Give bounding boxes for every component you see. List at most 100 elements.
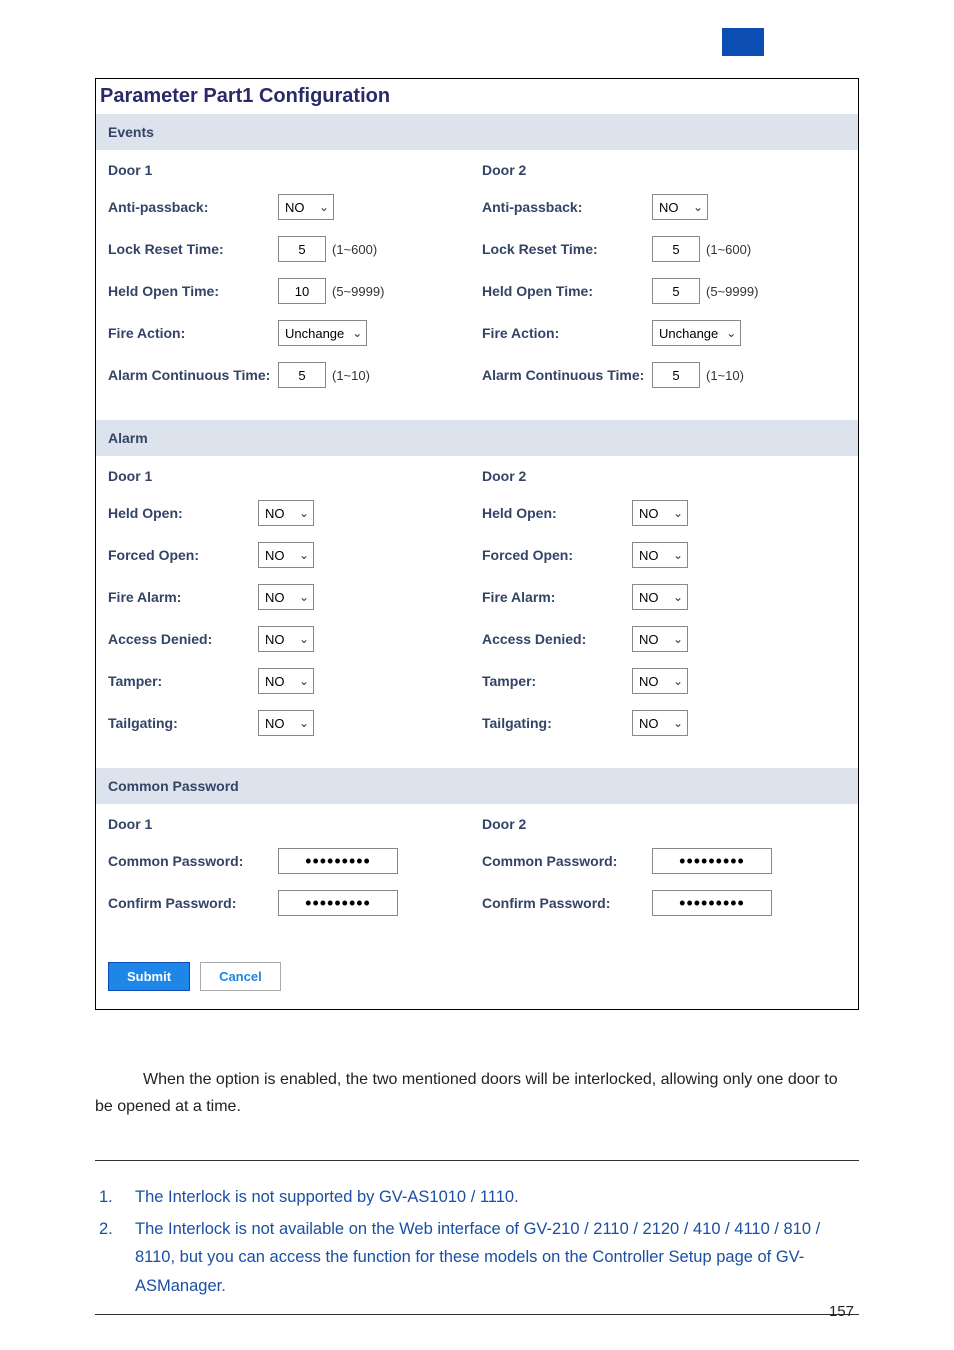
select-value: NO (639, 674, 659, 689)
confirm-password-label: Confirm Password: (482, 895, 652, 911)
alarm-cont-label: Alarm Continuous Time: (108, 367, 278, 383)
chevron-down-icon: ⌄ (299, 674, 309, 688)
select-value: NO (265, 590, 285, 605)
lock-reset-hint: (1~600) (706, 242, 751, 257)
submit-button[interactable]: Submit (108, 962, 190, 991)
chevron-down-icon: ⌄ (299, 548, 309, 562)
fire-action-select[interactable]: Unchange ⌄ (652, 320, 741, 346)
select-value: NO (639, 548, 659, 563)
page-number: 157 (829, 1303, 854, 1320)
common-password-input[interactable] (652, 848, 772, 874)
fire-alarm-label: Fire Alarm: (482, 589, 632, 605)
events-body: Door 1 Anti-passback: NO ⌄ Lock Reset Ti… (96, 150, 858, 420)
access-denied-label: Access Denied: (482, 631, 632, 647)
tamper-select[interactable]: NO ⌄ (632, 668, 688, 694)
held-open-time-hint: (5~9999) (332, 284, 384, 299)
alarm-body: Door 1 Held Open:NO⌄ Forced Open:NO⌄ Fir… (96, 456, 858, 768)
access-denied-label: Access Denied: (108, 631, 258, 647)
forced-open-label: Forced Open: (482, 547, 632, 563)
fire-action-select[interactable]: Unchange ⌄ (278, 320, 367, 346)
alarm-header: Alarm (96, 420, 858, 456)
access-denied-select[interactable]: NO⌄ (632, 626, 688, 652)
header-marker (722, 28, 764, 56)
note-text: The Interlock is not available on the We… (135, 1215, 859, 1299)
select-value: NO (659, 200, 679, 215)
confirm-password-input[interactable] (652, 890, 772, 916)
select-value: NO (265, 716, 285, 731)
fire-alarm-select[interactable]: NO⌄ (632, 584, 688, 610)
held-open-label: Held Open: (482, 505, 632, 521)
note-number: 1. (99, 1183, 135, 1211)
forced-open-select[interactable]: NO ⌄ (258, 542, 314, 568)
anti-passback-label: Anti-passback: (482, 199, 652, 215)
note-number: 2. (99, 1215, 135, 1299)
select-value: NO (285, 200, 305, 215)
config-panel: Parameter Part1 Configuration Events Doo… (95, 78, 859, 1010)
anti-passback-label: Anti-passback: (108, 199, 278, 215)
chevron-down-icon: ⌄ (299, 632, 309, 646)
cp-door2-title: Door 2 (482, 816, 846, 832)
held-open-time-label: Held Open Time: (482, 283, 652, 299)
forced-open-select[interactable]: NO ⌄ (632, 542, 688, 568)
lock-reset-input[interactable] (278, 236, 326, 262)
divider (95, 1160, 859, 1161)
lock-reset-label: Lock Reset Time: (108, 241, 278, 257)
select-value: NO (265, 674, 285, 689)
tamper-select[interactable]: NO ⌄ (258, 668, 314, 694)
cp-door1-title: Door 1 (108, 816, 472, 832)
confirm-password-label: Confirm Password: (108, 895, 278, 911)
fire-action-label: Fire Action: (482, 325, 652, 341)
tamper-label: Tamper: (482, 673, 632, 689)
chevron-down-icon: ⌄ (673, 506, 683, 520)
note-item: 2. The Interlock is not available on the… (95, 1215, 859, 1299)
held-open-select[interactable]: NO ⌄ (632, 500, 688, 526)
select-value: NO (265, 632, 285, 647)
select-value: NO (639, 632, 659, 647)
events-door2: Door 2 Anti-passback: NO ⌄ Lock Reset Ti… (482, 162, 846, 404)
chevron-down-icon: ⌄ (693, 200, 703, 214)
fire-alarm-select[interactable]: NO ⌄ (258, 584, 314, 610)
events-door1-title: Door 1 (108, 162, 472, 178)
tailgating-label: Tailgating: (482, 715, 632, 731)
chevron-down-icon: ⌄ (299, 506, 309, 520)
alarm-door1: Door 1 Held Open:NO⌄ Forced Open:NO⌄ Fir… (108, 468, 472, 752)
chevron-down-icon: ⌄ (673, 548, 683, 562)
held-open-select[interactable]: NO⌄ (258, 500, 314, 526)
select-value: Unchange (659, 326, 718, 341)
forced-open-label: Forced Open: (108, 547, 258, 563)
held-open-time-label: Held Open Time: (108, 283, 278, 299)
anti-passback-select[interactable]: NO ⌄ (278, 194, 334, 220)
select-value: NO (639, 506, 659, 521)
chevron-down-icon: ⌄ (673, 590, 683, 604)
anti-passback-select[interactable]: NO ⌄ (652, 194, 708, 220)
alarm-cont-input[interactable] (278, 362, 326, 388)
lock-reset-input[interactable] (652, 236, 700, 262)
lock-reset-hint: (1~600) (332, 242, 377, 257)
alarm-cont-label: Alarm Continuous Time: (482, 367, 652, 383)
common-password-input[interactable] (278, 848, 398, 874)
select-value: NO (265, 548, 285, 563)
cancel-button[interactable]: Cancel (200, 962, 281, 991)
common-password-header: Common Password (96, 768, 858, 804)
tailgating-select[interactable]: NO ⌄ (258, 710, 314, 736)
common-password-label: Common Password: (108, 853, 278, 869)
alarm-cont-hint: (1~10) (332, 368, 370, 383)
held-open-time-hint: (5~9999) (706, 284, 758, 299)
notes: 1. The Interlock is not supported by GV-… (95, 1183, 859, 1314)
tailgating-select[interactable]: NO⌄ (632, 710, 688, 736)
chevron-down-icon: ⌄ (673, 716, 683, 730)
held-open-label: Held Open: (108, 505, 258, 521)
note-text: The Interlock is not supported by GV-AS1… (135, 1183, 859, 1211)
alarm-cont-hint: (1~10) (706, 368, 744, 383)
fire-action-label: Fire Action: (108, 325, 278, 341)
held-open-time-input[interactable] (278, 278, 326, 304)
held-open-time-input[interactable] (652, 278, 700, 304)
chevron-down-icon: ⌄ (673, 674, 683, 688)
alarm-cont-input[interactable] (652, 362, 700, 388)
chevron-down-icon: ⌄ (299, 716, 309, 730)
chevron-down-icon: ⌄ (299, 590, 309, 604)
access-denied-select[interactable]: NO ⌄ (258, 626, 314, 652)
tailgating-label: Tailgating: (108, 715, 258, 731)
confirm-password-input[interactable] (278, 890, 398, 916)
note-item: 1. The Interlock is not supported by GV-… (95, 1183, 859, 1211)
